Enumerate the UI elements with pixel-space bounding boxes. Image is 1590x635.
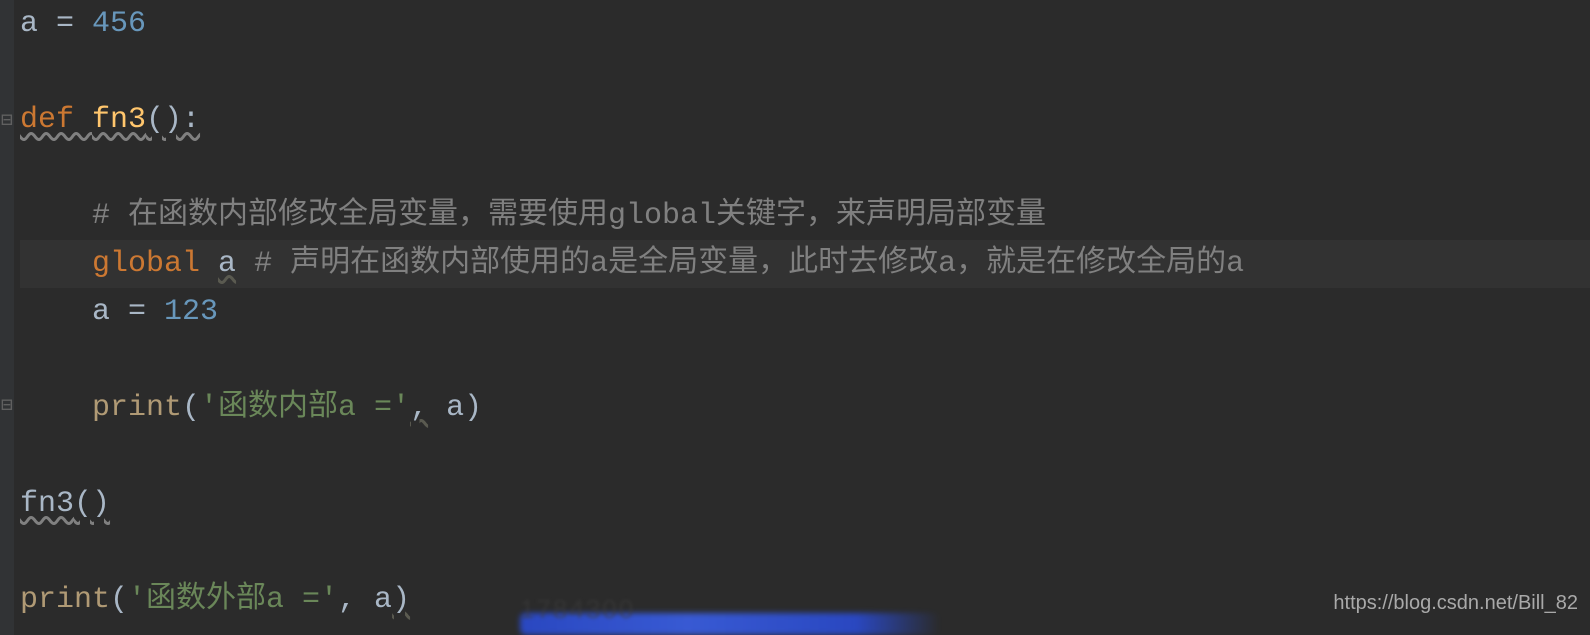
code-line[interactable]: global a # 声明在函数内部使用的a是全局变量，此时去修改a，就是在修改… bbox=[20, 240, 1590, 288]
code-line[interactable]: # 在函数内部修改全局变量，需要使用global关键字，来声明局部变量 bbox=[20, 192, 1590, 240]
code-token: , bbox=[410, 391, 428, 425]
code-token: a bbox=[428, 391, 464, 425]
code-line[interactable]: print('函数内部a =', a) bbox=[20, 384, 1590, 432]
fold-toggle-icon[interactable] bbox=[0, 400, 14, 414]
code-token bbox=[20, 247, 92, 281]
watermark-text: https://blog.csdn.net/Bill_82 bbox=[1333, 579, 1578, 627]
code-token: fn3 bbox=[92, 103, 146, 137]
code-token: print bbox=[20, 583, 110, 617]
code-token bbox=[236, 247, 254, 281]
code-token: # 声明在函数内部使用的a是全局变量，此时去修改a，就是在修改全局的a bbox=[254, 247, 1244, 281]
redaction-overlay bbox=[520, 613, 940, 635]
code-token bbox=[20, 391, 92, 425]
code-line[interactable] bbox=[20, 528, 1590, 576]
code-token: 123 bbox=[164, 295, 218, 329]
fold-toggle-icon[interactable] bbox=[0, 115, 14, 129]
code-token: global bbox=[92, 247, 218, 281]
code-token: (): bbox=[146, 103, 200, 137]
code-token: a bbox=[20, 7, 56, 41]
code-token: () bbox=[74, 487, 110, 521]
code-token: '函数外部a =' bbox=[128, 583, 338, 617]
code-line[interactable]: fn3() bbox=[20, 480, 1590, 528]
code-area[interactable]: a = 456 def fn3(): # 在函数内部修改全局变量，需要使用glo… bbox=[20, 0, 1590, 624]
gutter bbox=[0, 0, 14, 635]
code-token: a bbox=[92, 295, 128, 329]
code-line[interactable]: a = 123 bbox=[20, 288, 1590, 336]
code-token: '函数内部a =' bbox=[200, 391, 410, 425]
code-token bbox=[20, 199, 92, 233]
code-token: , a bbox=[338, 583, 392, 617]
code-token: a bbox=[218, 247, 236, 281]
code-token: print bbox=[92, 391, 182, 425]
code-token: ( bbox=[182, 391, 200, 425]
code-token: = bbox=[56, 7, 92, 41]
code-token: 456 bbox=[92, 7, 146, 41]
code-token: # 在函数内部修改全局变量，需要使用global关键字，来声明局部变量 bbox=[92, 199, 1046, 233]
code-token: def bbox=[20, 103, 92, 137]
code-token bbox=[20, 295, 92, 329]
code-token: = bbox=[128, 295, 164, 329]
code-line[interactable] bbox=[20, 336, 1590, 384]
code-line[interactable] bbox=[20, 48, 1590, 96]
code-line[interactable] bbox=[20, 432, 1590, 480]
code-editor[interactable]: a = 456 def fn3(): # 在函数内部修改全局变量，需要使用glo… bbox=[0, 0, 1590, 635]
code-token: ) bbox=[392, 583, 410, 617]
code-line[interactable]: def fn3(): bbox=[20, 96, 1590, 144]
code-line[interactable]: a = 456 bbox=[20, 0, 1590, 48]
code-token: ( bbox=[110, 583, 128, 617]
code-token: fn3 bbox=[20, 487, 74, 521]
code-line[interactable] bbox=[20, 144, 1590, 192]
code-token: ) bbox=[464, 391, 482, 425]
